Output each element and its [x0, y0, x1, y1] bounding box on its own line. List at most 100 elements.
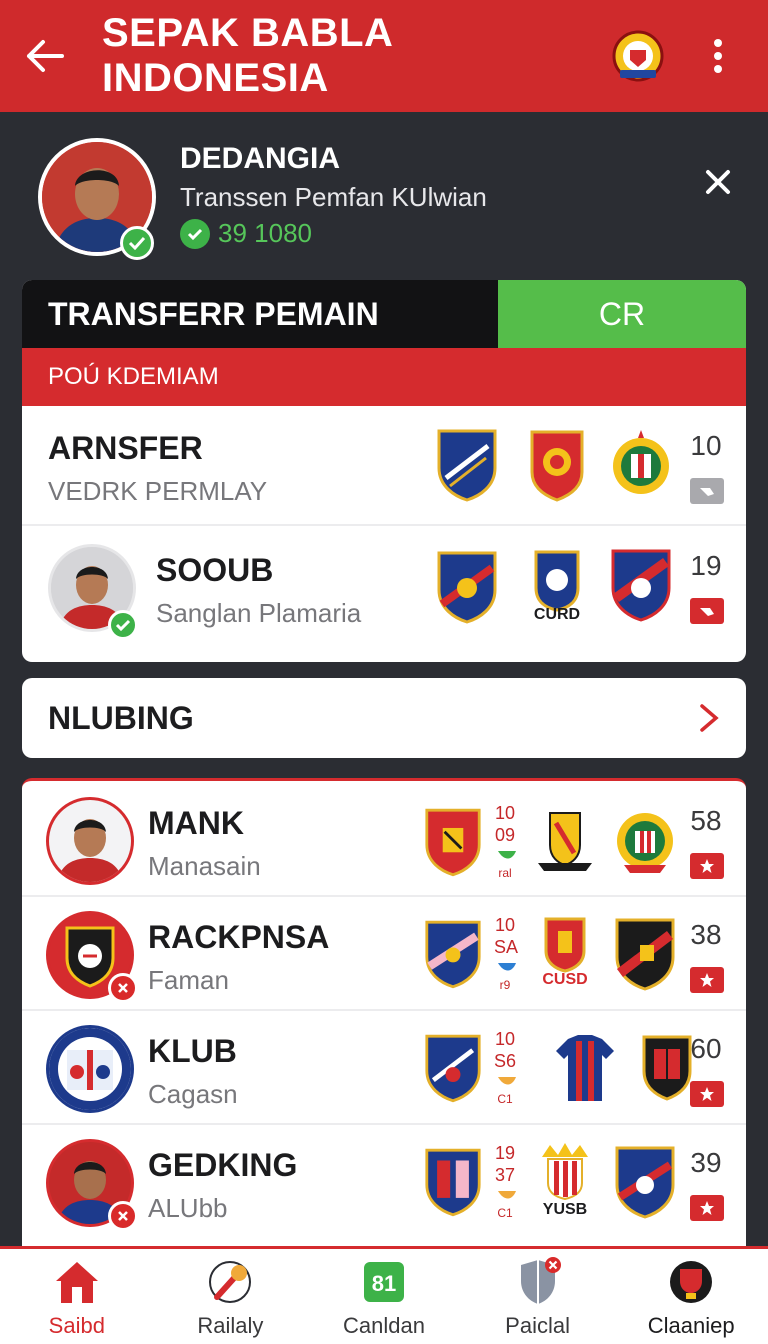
tab-home[interactable]: Saibd: [0, 1249, 154, 1344]
remove-badge[interactable]: [108, 1201, 138, 1231]
close-icon[interactable]: [700, 164, 736, 200]
tab-label: Claaniep: [647, 1313, 735, 1338]
back-arrow-icon: [27, 40, 64, 72]
club-stat-bottom: C1: [497, 1206, 513, 1220]
tab-railaly[interactable]: Railaly: [154, 1249, 308, 1344]
club-stat-mid: 37: [494, 1165, 516, 1185]
home-icon: [55, 1262, 98, 1303]
club-stat-top: 10: [494, 1029, 516, 1049]
profile-avatar[interactable]: [38, 138, 156, 260]
club-stat-mid: S6: [494, 1051, 517, 1071]
nlubing-nav-item[interactable]: NLUBING: [22, 678, 746, 758]
tab-claaniep[interactable]: Claaniep: [614, 1249, 768, 1344]
club-row[interactable]: MANK Manasain 10 09 ral 58: [22, 781, 746, 897]
club-number: 38: [690, 919, 722, 950]
more-vert-icon: [714, 39, 722, 73]
star-icon: [700, 859, 714, 873]
star-icon: [700, 973, 714, 987]
tab-canldan[interactable]: 81 Canldan: [307, 1249, 461, 1344]
club-subtitle: ALUbb: [148, 1193, 228, 1223]
remove-badge[interactable]: [108, 973, 138, 1003]
favorite-button[interactable]: [690, 1081, 724, 1107]
club-crest-icon: [538, 812, 592, 871]
transfer-tabs: TRANSFERR PEMAIN CR: [22, 280, 746, 348]
club-stat-top: 10: [494, 915, 516, 935]
row-title: SOOUB: [156, 552, 274, 588]
club-number: 39: [690, 1147, 722, 1178]
jersey-icon: [556, 1035, 614, 1101]
back-button[interactable]: [0, 0, 90, 112]
row-action-button[interactable]: [690, 598, 724, 624]
club-avatar: [46, 1025, 134, 1113]
bottom-navigation: Saibd Railaly 81 Canldan Paiclal Claanie…: [0, 1246, 768, 1344]
club-stat-mid: SA: [494, 937, 519, 957]
club-number: 60: [690, 1033, 722, 1064]
club-crest-icon: [617, 813, 673, 873]
favorite-button[interactable]: [690, 967, 724, 993]
club-row[interactable]: KLUB Cagasn 10 S6 C1 60: [22, 1011, 746, 1125]
club-crest-icon: [611, 549, 671, 622]
trend-icon: [498, 963, 516, 971]
star-icon: [700, 1201, 714, 1215]
club-avatar: [46, 1139, 138, 1231]
tab-label: Saibd: [48, 1313, 105, 1338]
club-title: RACKPNSA: [148, 919, 330, 955]
favorite-button[interactable]: [690, 853, 724, 879]
club-crest-icon: [437, 429, 497, 502]
app-bar: SEPAK BABLA INDONESIA: [0, 0, 768, 112]
favorite-button[interactable]: [690, 1195, 724, 1221]
transfer-card: TRANSFERR PEMAIN CR POÚ KDEMIAM ARNSFER …: [22, 280, 746, 662]
club-avatar: [46, 797, 134, 885]
profile-header: DEDANGIA Transsen Pemfan KUlwian 39 1080: [0, 112, 768, 280]
club-crest-icon: [425, 920, 481, 989]
club-title: KLUB: [148, 1033, 237, 1069]
row-action-button[interactable]: [690, 478, 724, 504]
trophy-icon: [670, 1261, 713, 1303]
close-icon: [118, 983, 128, 993]
close-icon: [118, 1211, 128, 1221]
shield-icon: [520, 1257, 561, 1304]
transfer-header-label[interactable]: TRANSFERR PEMAIN: [22, 280, 498, 348]
club-logo-icon: [49, 1028, 131, 1110]
scoreboard-badge: 81: [372, 1271, 396, 1296]
profile-stat-value: 39 1080: [218, 218, 312, 248]
club-row[interactable]: GEDKING ALUbb 19 37 C1 YUSB 39: [22, 1125, 746, 1239]
transfer-row[interactable]: ARNSFER VEDRK PERMLAY 10: [22, 406, 746, 526]
club-subtitle: Cagasn: [148, 1079, 238, 1109]
club-stat-mid: 09: [494, 825, 516, 845]
club-subtitle: Faman: [148, 965, 229, 995]
club-crest-icon: [425, 1034, 481, 1103]
club-crest-icon: [425, 1148, 481, 1217]
club-crest-icon: [615, 918, 675, 991]
verified-badge: [120, 226, 154, 260]
club-row[interactable]: RACKPNSA Faman 10 SA r9 CUSD 38: [22, 897, 746, 1011]
tab-label: Railaly: [197, 1313, 264, 1338]
tab-label: Paiclal: [505, 1313, 570, 1338]
club-crest-icon: [530, 430, 584, 502]
transfer-header-action[interactable]: CR: [498, 280, 746, 348]
crest-caption: YUSB: [542, 1201, 588, 1218]
scoreboard-icon: 81: [363, 1262, 404, 1302]
whistle-icon: [700, 488, 714, 496]
nav-item-label: NLUBING: [48, 699, 194, 736]
app-title: SEPAK BABLA INDONESIA: [102, 11, 392, 100]
crest-caption: CURD: [533, 606, 581, 623]
transfer-row[interactable]: SOOUB Sanglan Plamaria CURD 19: [22, 526, 746, 662]
row-number: 19: [690, 550, 722, 581]
check-icon: [115, 619, 131, 631]
chevron-right-icon: [700, 704, 719, 732]
club-stat-bottom: C1: [497, 1092, 513, 1106]
club-crest-icon: [615, 1146, 675, 1219]
check-icon: [128, 236, 146, 250]
more-menu-button[interactable]: [698, 26, 738, 86]
person-photo-icon: [49, 800, 131, 882]
microphone-icon: [209, 1261, 252, 1303]
trend-icon: [498, 1077, 516, 1085]
row-title: ARNSFER: [48, 430, 203, 466]
row-number: 10: [690, 430, 722, 461]
profile-stat: 39 1080: [180, 218, 312, 249]
club-stat-top: 19: [494, 1143, 516, 1163]
trend-icon: [498, 851, 516, 859]
tab-paiclal[interactable]: Paiclal: [461, 1249, 615, 1344]
club-crest-icon: [613, 430, 669, 494]
